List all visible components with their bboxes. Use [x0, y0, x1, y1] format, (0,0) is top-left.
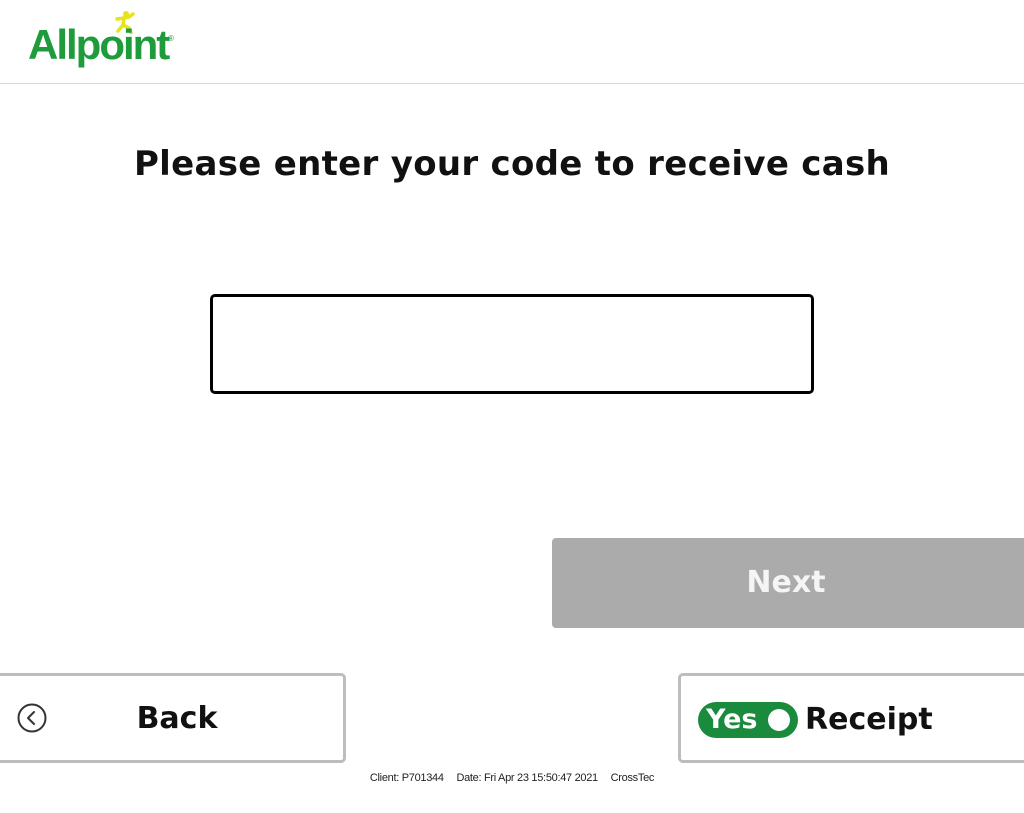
footer-vendor: CrossTec	[610, 772, 655, 784]
receipt-label: Receipt	[805, 702, 933, 737]
logo-wordmark: Allpoint	[28, 21, 170, 68]
footer-client: Client: P701344	[369, 772, 444, 784]
footer-status: Client: P701344 Date: Fri Apr 23 15:50:4…	[0, 772, 1024, 784]
chevron-left-circle-icon	[17, 703, 47, 733]
code-input[interactable]	[210, 294, 814, 394]
back-button[interactable]: Back	[0, 673, 346, 763]
receipt-button[interactable]: Yes Receipt	[678, 673, 1024, 763]
atm-screen: Allpoint ® Please enter your code to rec…	[0, 0, 1024, 813]
registered-mark: ®	[168, 34, 174, 43]
allpoint-logo: Allpoint ®	[28, 10, 178, 72]
back-button-label: Back	[136, 701, 218, 736]
toggle-knob	[768, 709, 790, 731]
header: Allpoint ®	[0, 0, 1024, 84]
next-button[interactable]: Next	[552, 538, 1024, 628]
footer-date: Date: Fri Apr 23 15:50:47 2021	[456, 772, 598, 784]
page-title: Please enter your code to receive cash	[133, 144, 891, 184]
receipt-toggle[interactable]: Yes	[698, 702, 798, 738]
receipt-toggle-label: Yes	[706, 704, 758, 735]
